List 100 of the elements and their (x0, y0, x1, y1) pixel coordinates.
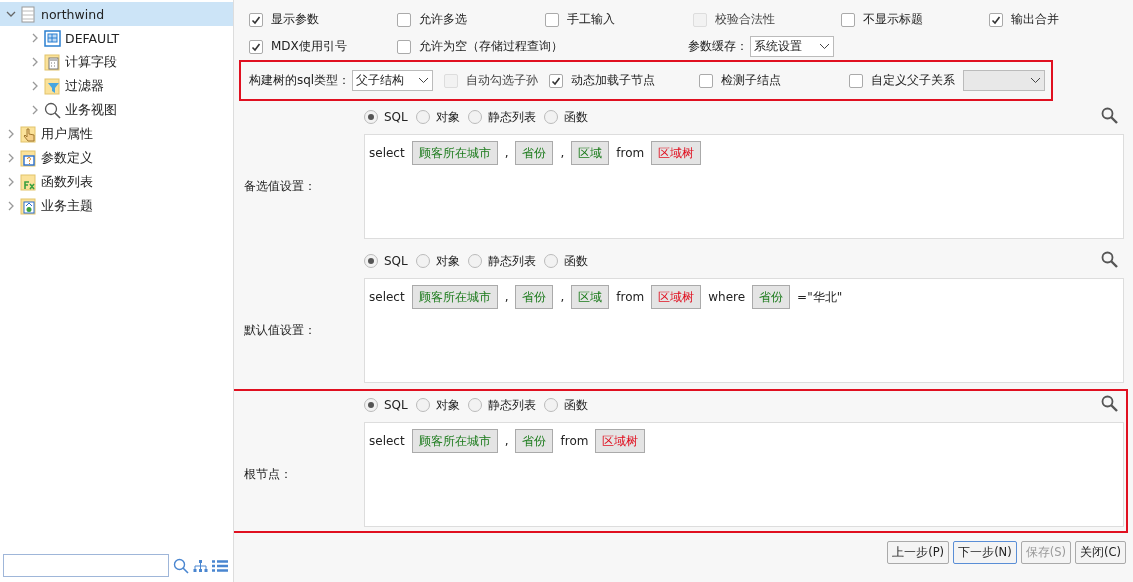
checkbox-label: 显示参数 (271, 11, 319, 28)
checkbox-label: 自定义父子关系 (871, 72, 955, 89)
search-icon[interactable] (1101, 251, 1118, 268)
chevron-right-icon[interactable] (30, 57, 40, 67)
checkbox[interactable] (841, 12, 855, 27)
checkbox[interactable] (249, 12, 263, 27)
search-icon[interactable] (173, 557, 189, 574)
checkbox-label: 不显示标题 (863, 11, 923, 28)
search-icon[interactable] (1101, 107, 1118, 124)
radio-label: 静态列表 (487, 396, 536, 414)
radio-label: SQL (384, 110, 408, 124)
dropdown[interactable]: 系统设置 (750, 36, 834, 57)
caret-icon (1030, 77, 1041, 84)
field-label: 构建树的sql类型： (249, 72, 351, 89)
sql-text: from (616, 145, 645, 162)
sql-text: select (369, 145, 405, 162)
checkbox[interactable] (545, 12, 559, 27)
tree-item[interactable]: 计算字段 (0, 50, 233, 74)
field-chip[interactable]: 省份 (515, 429, 554, 453)
radio-button[interactable] (364, 398, 378, 412)
hierarchy-icon[interactable] (193, 558, 208, 573)
table-chip[interactable]: 区域树 (595, 429, 646, 453)
list-icon[interactable] (212, 559, 228, 572)
radio-button[interactable] (467, 110, 482, 124)
sql-editor[interactable]: select 顾客所在城市 , 省份 , 区域 from 区域树 (364, 134, 1124, 239)
field-chip[interactable]: 顾客所在城市 (411, 429, 498, 453)
sql-text: select (369, 433, 405, 450)
chevron-right-icon[interactable] (6, 201, 16, 211)
sql-text: , (504, 145, 509, 162)
radio-button[interactable] (415, 254, 430, 268)
sql-editor[interactable]: select 顾客所在城市 , 省份 from 区域树 (364, 422, 1124, 527)
tree-item[interactable]: 用户属性 (0, 122, 233, 146)
chevron-right-icon[interactable] (6, 177, 16, 187)
section-label: 根节点： (244, 466, 293, 483)
radio-button[interactable] (543, 398, 558, 412)
tree-item[interactable]: 函数列表 (0, 170, 233, 194)
sql-editor[interactable]: select 顾客所在城市 , 省份 , 区域 from 区域树 where 省份 ="华北" (364, 278, 1124, 383)
chevron-right-icon[interactable] (30, 33, 40, 43)
checkbox-label: 输出合并 (1011, 11, 1059, 28)
sql-text: from (560, 433, 589, 450)
dialog-button[interactable]: 关闭(C) (1075, 541, 1126, 564)
checkbox[interactable] (249, 39, 263, 54)
field-chip[interactable]: 顾客所在城市 (411, 285, 498, 309)
radio-button[interactable] (364, 254, 378, 268)
checkbox[interactable] (699, 73, 713, 88)
table-icon (44, 29, 61, 47)
magnifier-icon (44, 101, 61, 119)
search-icon[interactable] (1101, 395, 1118, 412)
chevron-right-icon[interactable] (30, 81, 40, 91)
search-field[interactable] (3, 554, 169, 577)
radio-button[interactable] (415, 398, 430, 412)
table-chip[interactable]: 区域树 (651, 285, 702, 309)
radio-label: SQL (384, 398, 408, 412)
field-chip[interactable]: 省份 (515, 285, 554, 309)
radio-label: 函数 (563, 396, 588, 414)
checkbox[interactable] (397, 39, 411, 54)
calculator-icon (44, 53, 61, 71)
sql-text: , (560, 145, 565, 162)
checkbox[interactable] (549, 73, 563, 88)
tree-item[interactable]: 过滤器 (0, 74, 233, 98)
checkbox[interactable] (849, 73, 863, 88)
radio-label: SQL (384, 254, 408, 268)
tree-item[interactable]: 业务主题 (0, 194, 233, 218)
field-chip[interactable]: 省份 (515, 141, 554, 165)
radio-button[interactable] (543, 254, 558, 268)
tree-item[interactable]: northwind (0, 2, 233, 26)
chevron-right-icon[interactable] (30, 105, 40, 115)
tree-item[interactable]: 参数定义 (0, 146, 233, 170)
field-chip[interactable]: 区域 (571, 141, 610, 165)
radio-button[interactable] (415, 110, 430, 124)
radio-button[interactable] (467, 254, 482, 268)
tree-item[interactable]: 业务视图 (0, 98, 233, 122)
tree-item[interactable]: DEFAULT (0, 26, 233, 50)
radio-label: 对象 (435, 108, 460, 126)
field-chip[interactable]: 顾客所在城市 (411, 141, 498, 165)
radio-button[interactable] (543, 110, 558, 124)
dropdown[interactable]: 父子结构 (352, 70, 434, 91)
radio-button[interactable] (364, 110, 378, 124)
chevron-down-icon[interactable] (6, 9, 16, 19)
checkbox-label: 动态加载子节点 (571, 72, 655, 89)
sql-text: , (504, 433, 509, 450)
sql-text: where (708, 289, 746, 306)
radio-button[interactable] (467, 398, 482, 412)
checkbox[interactable] (989, 12, 1003, 27)
radio-label: 静态列表 (487, 108, 536, 126)
field-chip[interactable]: 区域 (571, 285, 610, 309)
database-icon (20, 5, 37, 23)
sql-text: ="华北" (797, 289, 843, 306)
field-chip[interactable]: 省份 (752, 285, 791, 309)
theme-icon (20, 197, 37, 215)
checkbox[interactable] (397, 12, 411, 27)
chevron-right-icon[interactable] (6, 129, 16, 139)
chevron-right-icon[interactable] (6, 153, 16, 163)
checkbox-label: 自动勾选子孙 (466, 72, 538, 89)
dialog-button[interactable]: 上一步(P) (887, 541, 950, 564)
radio-label: 函数 (563, 252, 588, 270)
dialog-button[interactable]: 下一步(N) (953, 541, 1017, 564)
table-chip[interactable]: 区域树 (651, 141, 702, 165)
sql-text: from (616, 289, 645, 306)
checkbox-label: 检测子结点 (721, 72, 781, 89)
